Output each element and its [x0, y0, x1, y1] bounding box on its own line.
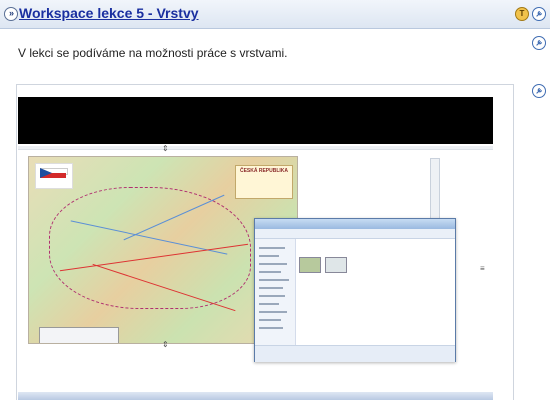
app-toolbar	[18, 146, 493, 150]
cz-logo	[35, 163, 73, 189]
explorer-titlebar[interactable]	[255, 219, 455, 229]
lesson-description: V lekci se podíváme na možnosti práce s …	[18, 46, 288, 60]
file-explorer-window[interactable]	[254, 218, 456, 362]
map-title: ČESKÁ REPUBLIKA	[239, 168, 289, 174]
file-thumbnail[interactable]	[325, 257, 347, 273]
map-toolbar[interactable]	[39, 327, 119, 343]
edit-description-icon[interactable]	[532, 36, 546, 50]
section-title-link[interactable]: Workspace lekce 5 - Vrstvy	[19, 5, 199, 21]
map-title-box: ČESKÁ REPUBLIKA	[235, 165, 293, 199]
grip-bottom-icon: ⇕	[162, 340, 169, 349]
grip-top-icon: ⇕	[162, 144, 169, 153]
explorer-toolbar[interactable]	[255, 229, 455, 239]
video-letterbox	[18, 97, 493, 144]
grip-side-icon: ≡	[480, 264, 485, 273]
edit-settings-icon[interactable]	[532, 7, 546, 21]
taskbar[interactable]	[18, 392, 493, 400]
file-thumbnail[interactable]	[299, 257, 321, 273]
section-header: » Workspace lekce 5 - Vrstvy T	[0, 0, 550, 29]
edit-video-icon[interactable]	[532, 84, 546, 98]
video-screen[interactable]: ⇕ ČESKÁ REPUBLIKA ⇕ ≡	[18, 144, 493, 400]
info-badge-icon[interactable]: T	[515, 7, 529, 21]
explorer-sidebar[interactable]	[255, 239, 296, 345]
explorer-status-bar	[255, 345, 455, 362]
expand-toggle-icon[interactable]: »	[4, 7, 18, 21]
